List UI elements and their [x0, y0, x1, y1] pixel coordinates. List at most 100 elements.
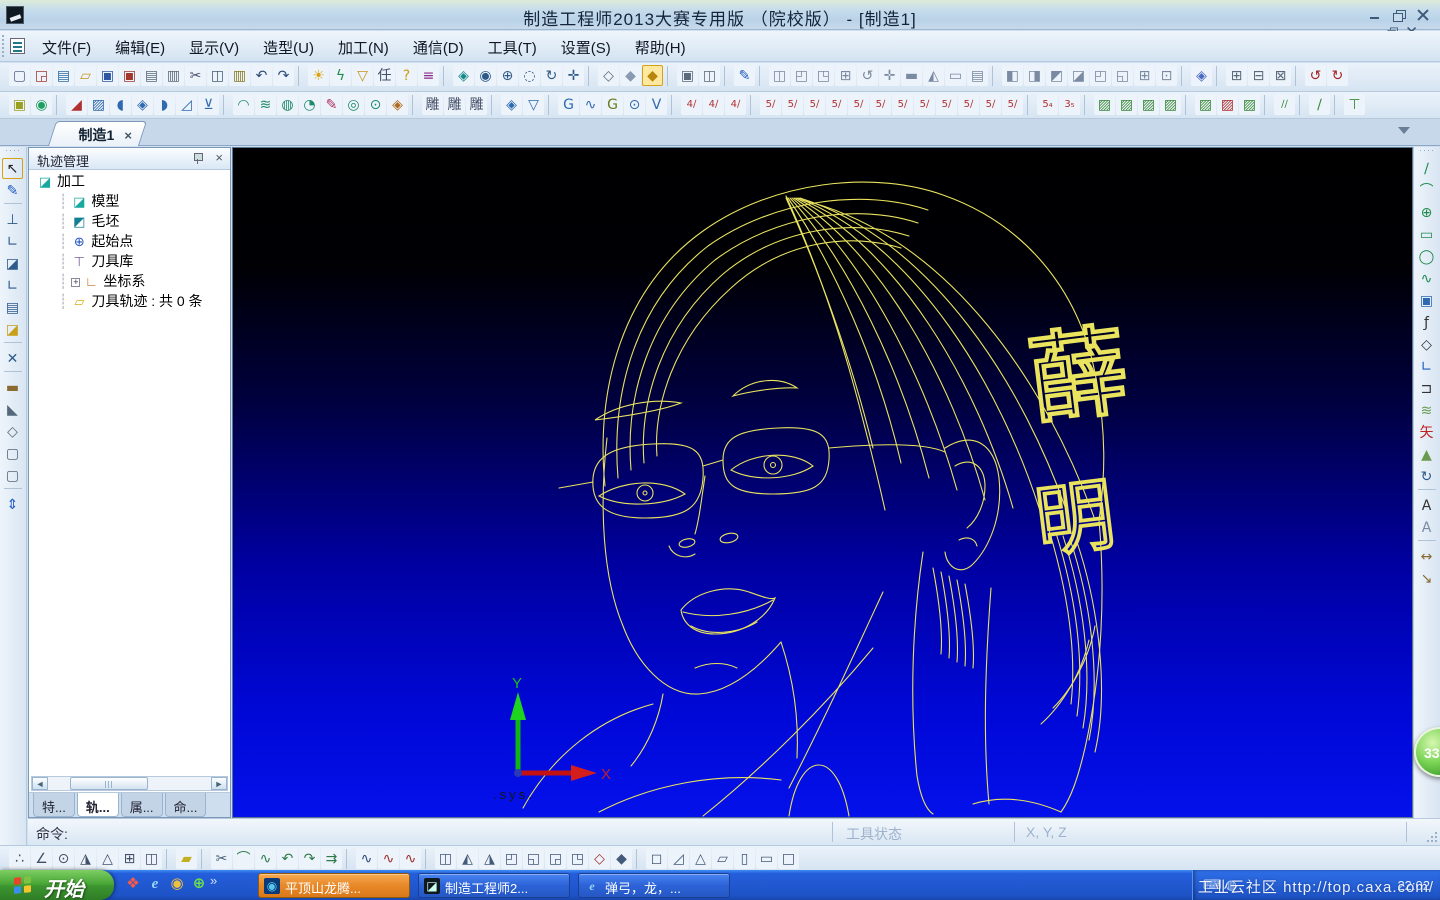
- cut-button[interactable]: ✂: [185, 65, 206, 86]
- projection-finish-button[interactable]: ⊙: [365, 94, 386, 115]
- trajectory-manage-button[interactable]: ▣: [9, 94, 30, 115]
- page-paste-button[interactable]: ▢: [2, 465, 23, 486]
- measure-tool-button[interactable]: ∕: [1309, 94, 1330, 115]
- axis-create-button[interactable]: ∟: [2, 231, 23, 252]
- quicklaunch-media-icon[interactable]: ◉: [166, 873, 188, 895]
- arc-tool-button[interactable]: ⌒: [1416, 180, 1437, 201]
- plane-offset-button[interactable]: ▱: [712, 848, 733, 869]
- sketch-axis-button[interactable]: ∟: [1416, 356, 1437, 377]
- copy-button[interactable]: ◫: [207, 65, 228, 86]
- select-cursor-button[interactable]: ↖: [2, 158, 23, 179]
- menu-h[interactable]: 帮助(H): [623, 31, 698, 64]
- tree-expander-icon[interactable]: +: [71, 278, 81, 287]
- tab-list-dropdown-icon[interactable]: [1398, 127, 1410, 134]
- line-tool-button[interactable]: ∕: [1416, 158, 1437, 179]
- surface-check-rest-button[interactable]: ▨: [1239, 94, 1260, 115]
- point-style-button[interactable]: ◈: [1191, 65, 1212, 86]
- layered-rough-button[interactable]: ◈: [132, 94, 153, 115]
- surface-group-semi-button[interactable]: ▨: [1116, 94, 1137, 115]
- tool-query-button[interactable]: ⊙: [624, 94, 645, 115]
- g01-generate-button[interactable]: G: [558, 94, 579, 115]
- hidden-line-display-button[interactable]: ◆: [620, 65, 641, 86]
- five-axis-drill-button[interactable]: 5∕: [936, 94, 957, 115]
- minimize-icon[interactable]: [1367, 8, 1384, 22]
- copy-feature-button[interactable]: ◫: [769, 65, 790, 86]
- five-axis-side-button[interactable]: 5∕: [826, 94, 847, 115]
- surface-check-gouge-button[interactable]: ▨: [1195, 94, 1216, 115]
- erase-button[interactable]: ▰: [176, 848, 197, 869]
- node-move-button[interactable]: ∿: [356, 848, 377, 869]
- surface-tool-button[interactable]: ▣: [1416, 290, 1437, 311]
- flowline-finish-button[interactable]: ≋: [255, 94, 276, 115]
- leader-tool-button[interactable]: ↘: [1416, 568, 1437, 589]
- profile-cut-button[interactable]: ◿: [176, 94, 197, 115]
- spiral-finish-button[interactable]: ◎: [343, 94, 364, 115]
- pocket-cycle-button[interactable]: ▽: [523, 94, 544, 115]
- five-axis-curve-button[interactable]: 5∕: [848, 94, 869, 115]
- save-button[interactable]: ▣: [97, 65, 118, 86]
- ortho-toggle-button[interactable]: ⊠: [1270, 65, 1291, 86]
- zoom-window-button[interactable]: ◌: [519, 65, 540, 86]
- quicklaunch-overflow-chevron[interactable]: »: [210, 873, 217, 888]
- menu-s[interactable]: 设置(S): [549, 31, 623, 64]
- panel-tab-properties[interactable]: 特...: [33, 793, 75, 817]
- four-axis-plane-button[interactable]: 4∕: [703, 94, 724, 115]
- five-axis-guide-button[interactable]: 5∕: [914, 94, 935, 115]
- tree-machining-root[interactable]: ◪ 加工: [29, 171, 230, 191]
- curve-reverse-button[interactable]: ↶: [277, 848, 298, 869]
- formula-curve-button[interactable]: ƒ: [1416, 312, 1437, 333]
- rotate-view-button[interactable]: ↻: [541, 65, 562, 86]
- save-as-button[interactable]: ▣: [119, 65, 140, 86]
- tree-coordinate-system[interactable]: ┊ + ∟ 坐标系: [29, 271, 230, 291]
- surface-mesh-button[interactable]: ≋: [1416, 400, 1437, 421]
- undo-button[interactable]: ↶: [251, 65, 272, 86]
- tree-model[interactable]: ┊ ◪ 模型: [29, 191, 230, 211]
- text-edit-button[interactable]: A: [1416, 517, 1437, 538]
- sketch-mode-button[interactable]: ✎: [2, 180, 23, 201]
- tab-manufacture-1[interactable]: 制造1 ×: [47, 121, 148, 146]
- extrude-solid-button[interactable]: ◧: [1002, 65, 1023, 86]
- four-axis-curve-button[interactable]: 4∕: [681, 94, 702, 115]
- print-preview-button[interactable]: ▥: [163, 65, 184, 86]
- lightning-filter-button[interactable]: ϟ: [330, 65, 351, 86]
- five-axis-param-button[interactable]: 5∕: [892, 94, 913, 115]
- engrave-ste-button[interactable]: 雕: [466, 94, 487, 115]
- view-rotate-right-button[interactable]: ↻: [1327, 65, 1348, 86]
- three-to-five-button[interactable]: 3₅: [1059, 94, 1080, 115]
- v-cut-button[interactable]: V: [646, 94, 667, 115]
- menubar-grip[interactable]: [2, 35, 6, 57]
- menu-u[interactable]: 造型(U): [251, 31, 326, 64]
- surface-group-finish-button[interactable]: ▨: [1138, 94, 1159, 115]
- query-element-button[interactable]: ⊙: [53, 848, 74, 869]
- engrave-fl-button[interactable]: 雕: [422, 94, 443, 115]
- curve-project-button[interactable]: ✕: [2, 348, 23, 369]
- menu-d[interactable]: 通信(D): [401, 31, 476, 64]
- plane-normal-button[interactable]: ▯: [734, 848, 755, 869]
- surface-split-button[interactable]: ◱: [523, 848, 544, 869]
- circle-tool-button[interactable]: ⊕: [1416, 202, 1437, 223]
- scroll-right-icon[interactable]: ►: [211, 777, 227, 790]
- scrollbar-thumb[interactable]: [70, 777, 148, 790]
- print-button[interactable]: ▤: [141, 65, 162, 86]
- query-angle-button[interactable]: ∠: [31, 848, 52, 869]
- quicklaunch-ie-icon[interactable]: e: [144, 873, 166, 895]
- redo-button[interactable]: ↷: [273, 65, 294, 86]
- surface-offset-button[interactable]: ◲: [545, 848, 566, 869]
- surface-extend-button[interactable]: ◮: [479, 848, 500, 869]
- sheet-metal-button[interactable]: ▭: [945, 65, 966, 86]
- sketch-pen-button[interactable]: ✎: [734, 65, 755, 86]
- pin-icon[interactable]: [192, 152, 204, 165]
- surface-copy-button[interactable]: ◆: [611, 848, 632, 869]
- curve-join-button[interactable]: ↷: [299, 848, 320, 869]
- menu-t[interactable]: 工具(T): [476, 31, 549, 64]
- resize-grip[interactable]: [1425, 830, 1437, 842]
- pattern-solid-button[interactable]: ⊞: [1134, 65, 1155, 86]
- query-list-button[interactable]: ⊞: [119, 848, 140, 869]
- five-axis-iso-button[interactable]: 5∕: [1002, 94, 1023, 115]
- polygon-tool-button[interactable]: ◇: [1416, 334, 1437, 355]
- curve-fillet-button[interactable]: ⌒: [233, 848, 254, 869]
- toolbar-drag-handle[interactable]: ····: [0, 146, 26, 157]
- plane-yellow-button[interactable]: ◪: [2, 319, 23, 340]
- curve-bridge-button[interactable]: ⇉: [321, 848, 342, 869]
- groove-cut-button[interactable]: ◖: [110, 94, 131, 115]
